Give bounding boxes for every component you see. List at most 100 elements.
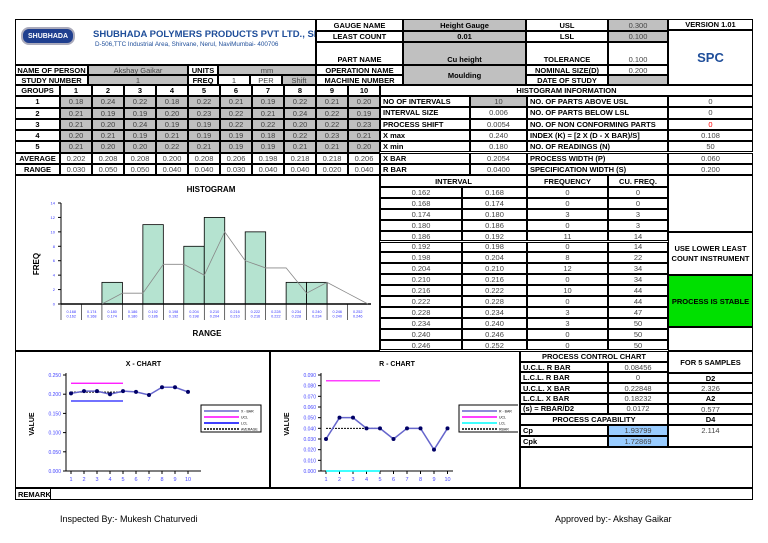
legend-label: RBAR	[499, 428, 509, 432]
reading-cell[interactable]: 0.22	[316, 107, 348, 119]
reading-cell[interactable]: 0.21	[60, 118, 92, 130]
reading-cell[interactable]: 0.20	[60, 130, 92, 142]
chart-title: HISTOGRAM	[187, 185, 236, 194]
y-tick-label: 0.050	[48, 450, 61, 456]
interval-lower: 0.216	[380, 285, 462, 296]
reading-cell[interactable]: 0.21	[348, 130, 380, 142]
blank-panel	[520, 447, 753, 488]
reading-cell[interactable]: 0.24	[284, 107, 316, 119]
legend-label: X - BAR	[241, 410, 254, 414]
reading-cell[interactable]: 0.21	[316, 141, 348, 153]
part-name-field[interactable]: Cu height	[403, 42, 526, 65]
reading-cell[interactable]: 0.19	[124, 107, 156, 119]
reading-cell[interactable]: 0.19	[188, 130, 220, 142]
per-field[interactable]: Shift	[282, 75, 316, 85]
cu-freq-cell: 34	[608, 274, 668, 286]
reading-cell[interactable]: 0.19	[252, 141, 284, 153]
series-line	[70, 386, 189, 396]
reading-cell[interactable]: 0.22	[220, 107, 252, 119]
reading-cell[interactable]: 0.23	[348, 118, 380, 130]
reading-cell[interactable]: 0.21	[252, 107, 284, 119]
average-cell: 0.206	[220, 152, 252, 164]
data-point	[173, 385, 177, 390]
reading-cell[interactable]: 0.22	[156, 141, 188, 153]
reading-cell[interactable]: 0.20	[284, 118, 316, 130]
reading-cell[interactable]: 0.21	[188, 141, 220, 153]
range-label: RANGE	[15, 163, 60, 175]
group-column-header: 4	[156, 85, 188, 97]
reading-cell[interactable]: 0.24	[92, 96, 124, 108]
legend-label: AVERAGE	[241, 428, 258, 432]
x-axis-label: RANGE	[193, 329, 223, 338]
reading-cell[interactable]: 0.20	[156, 107, 188, 119]
reading-cell[interactable]: 0.19	[220, 141, 252, 153]
reading-cell[interactable]: 0.22	[316, 118, 348, 130]
interval-lower: 0.246	[380, 339, 462, 351]
freq-field[interactable]: 1	[218, 75, 250, 85]
remarks-row[interactable]	[15, 488, 753, 500]
usl-field[interactable]: 0.300	[608, 19, 668, 31]
reading-cell[interactable]: 0.19	[124, 130, 156, 142]
interval-upper: 0.198	[462, 241, 527, 253]
reading-cell[interactable]: 0.19	[220, 130, 252, 142]
operation-name-field[interactable]: Moulding	[403, 65, 526, 85]
interval-upper: 0.216	[462, 274, 527, 286]
reading-cell[interactable]: 0.24	[124, 118, 156, 130]
reading-cell[interactable]: 0.20	[92, 141, 124, 153]
reading-cell[interactable]: 0.21	[316, 96, 348, 108]
hist-info-value: 50	[668, 141, 753, 153]
reading-cell[interactable]: 0.18	[60, 96, 92, 108]
reading-cell[interactable]: 0.19	[156, 118, 188, 130]
name-of-person-field[interactable]: Akshay Gaikar	[88, 65, 188, 75]
range-cell: 0.040	[156, 163, 188, 175]
x-tick-label: 5	[121, 477, 124, 483]
reading-cell[interactable]: 0.19	[252, 96, 284, 108]
hist-info-value: 0.108	[668, 129, 753, 142]
reading-cell[interactable]: 0.19	[92, 107, 124, 119]
reading-cell[interactable]: 0.18	[252, 130, 284, 142]
reading-cell[interactable]: 0.23	[316, 130, 348, 142]
reading-cell[interactable]: 0.20	[348, 141, 380, 153]
reading-cell[interactable]: 0.20	[92, 118, 124, 130]
reading-cell[interactable]: 0.22	[284, 130, 316, 142]
reading-cell[interactable]: 0.21	[92, 130, 124, 142]
reading-cell[interactable]: 0.20	[348, 96, 380, 108]
a2-value: 0.577	[668, 404, 753, 414]
reading-cell[interactable]: 0.21	[284, 141, 316, 153]
range-cell: 0.040	[252, 163, 284, 175]
interval-upper: 0.222	[462, 285, 527, 296]
hist-info-value[interactable]: 10	[470, 96, 527, 108]
study-number-field[interactable]: 1	[88, 75, 188, 85]
reading-cell[interactable]: 0.22	[284, 96, 316, 108]
control-value: 0.18232	[608, 393, 668, 404]
reading-cell[interactable]: 0.21	[220, 96, 252, 108]
average-cell: 0.198	[252, 152, 284, 164]
reading-cell[interactable]: 0.22	[220, 118, 252, 130]
hist-info-label: PROCESS WIDTH (P)	[527, 152, 668, 164]
reading-cell[interactable]: 0.18	[156, 96, 188, 108]
reading-cell[interactable]: 0.20	[124, 141, 156, 153]
reading-cell[interactable]: 0.19	[188, 118, 220, 130]
range-cell: 0.020	[316, 163, 348, 175]
reading-cell[interactable]: 0.21	[60, 141, 92, 153]
cp-label: Cp	[520, 425, 608, 436]
gauge-name-field[interactable]: Height Gauge	[403, 19, 526, 31]
units-field[interactable]: mm	[218, 65, 316, 75]
reading-cell[interactable]: 0.21	[60, 107, 92, 119]
date-of-study-field[interactable]	[608, 75, 668, 85]
range-cell: 0.030	[60, 163, 92, 175]
reading-cell[interactable]: 0.22	[124, 96, 156, 108]
least-count-field[interactable]: 0.01	[403, 31, 526, 42]
frequency-cell: 12	[527, 263, 608, 275]
frequency-cell: 8	[527, 252, 608, 264]
d4-value: 2.114	[668, 425, 753, 447]
reading-cell[interactable]: 0.22	[188, 96, 220, 108]
control-label: L.C.L. X BAR	[520, 393, 608, 404]
reading-cell[interactable]: 0.23	[188, 107, 220, 119]
reading-cell[interactable]: 0.21	[156, 130, 188, 142]
lsl-field[interactable]: 0.100	[608, 31, 668, 42]
study-number-label: STUDY NUMBER	[15, 75, 88, 85]
reading-cell[interactable]: 0.22	[252, 118, 284, 130]
y-tick-label: 0.070	[303, 394, 316, 400]
reading-cell[interactable]: 0.19	[348, 107, 380, 119]
